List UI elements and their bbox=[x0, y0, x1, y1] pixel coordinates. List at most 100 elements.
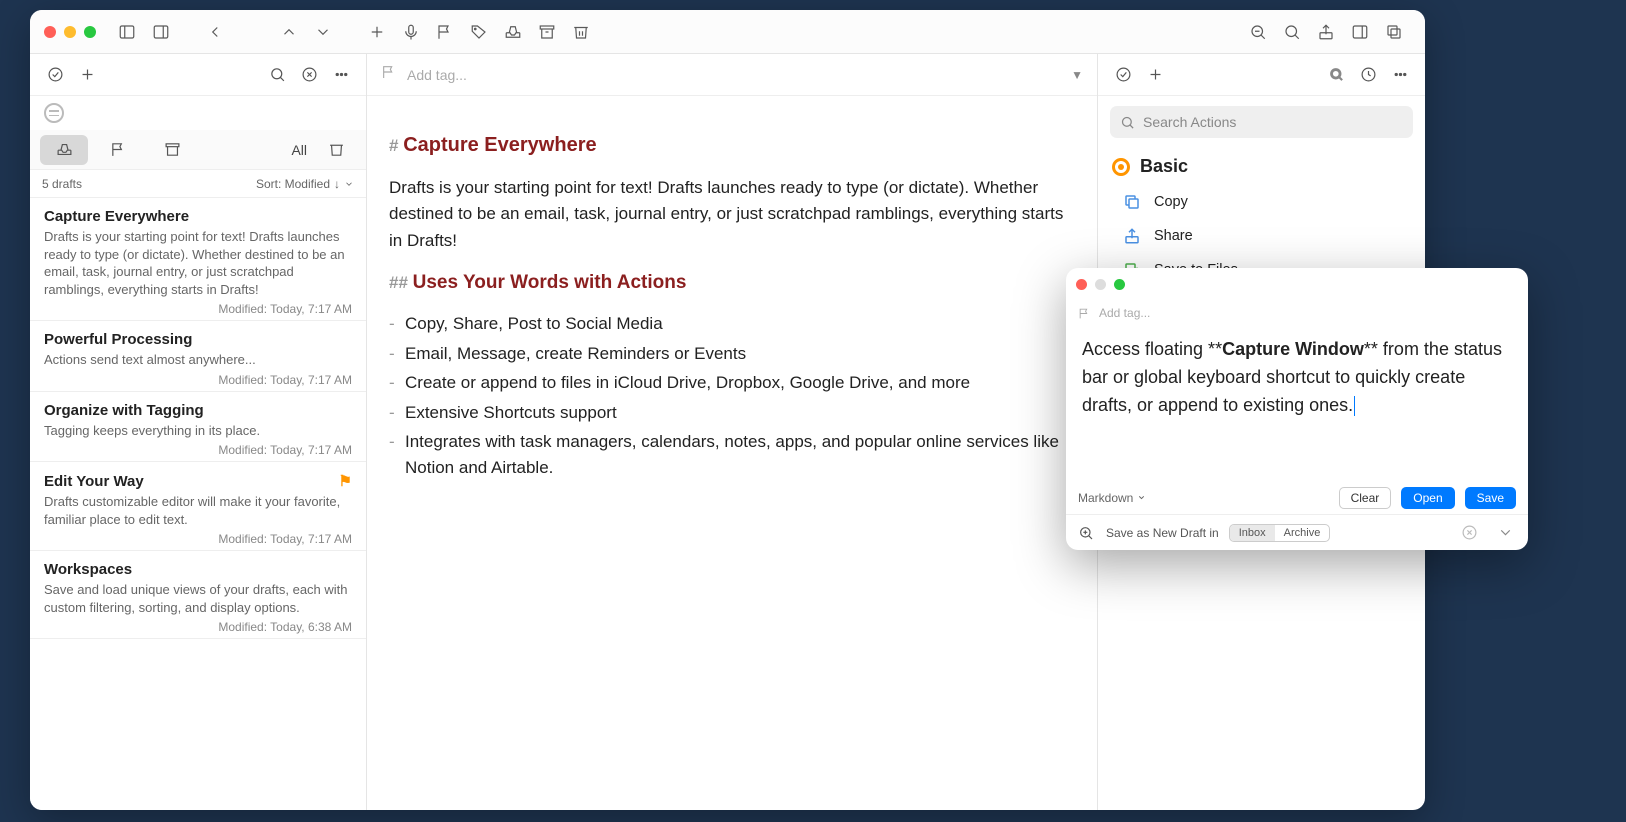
filter-row: All bbox=[30, 130, 366, 170]
action-item[interactable]: Share bbox=[1098, 219, 1425, 253]
search-button[interactable] bbox=[1278, 18, 1306, 46]
sidebar-top-bar bbox=[30, 54, 366, 96]
filter-flagged-button[interactable] bbox=[94, 135, 142, 165]
text-cursor bbox=[1354, 396, 1355, 416]
draft-modified: Modified: Today, 7:17 AM bbox=[44, 443, 352, 457]
group-name-label: Basic bbox=[1140, 156, 1188, 177]
draft-modified: Modified: Today, 7:17 AM bbox=[44, 373, 352, 387]
bullet-line: - Create or append to files in iCloud Dr… bbox=[389, 370, 1075, 396]
dictate-button[interactable] bbox=[397, 18, 425, 46]
action-item[interactable]: Copy bbox=[1098, 185, 1425, 219]
h1-text: Capture Everywhere bbox=[403, 134, 596, 156]
flag-button[interactable] bbox=[431, 18, 459, 46]
tag-dropdown-button[interactable]: ▼ bbox=[1071, 68, 1083, 82]
draft-item[interactable]: Organize with Tagging Tagging keeps ever… bbox=[30, 392, 366, 463]
sort-button[interactable]: Sort: Modified ↓ bbox=[256, 177, 354, 191]
destination-segment[interactable]: Inbox Archive bbox=[1229, 524, 1331, 542]
sidebar-more-button[interactable] bbox=[328, 62, 354, 88]
new-window-button[interactable] bbox=[1380, 18, 1408, 46]
draft-item[interactable]: Capture Everywhere Drafts is your starti… bbox=[30, 198, 366, 321]
workspaces-menu-button[interactable] bbox=[42, 62, 68, 88]
tag-flag-icon[interactable] bbox=[381, 64, 397, 85]
sidebar-search-button[interactable] bbox=[264, 62, 290, 88]
filter-archive-button[interactable] bbox=[148, 135, 196, 165]
draft-item[interactable]: Powerful Processing Actions send text al… bbox=[30, 321, 366, 392]
minimize-window-button[interactable] bbox=[64, 26, 76, 38]
capture-maximize-button[interactable] bbox=[1114, 279, 1125, 290]
action-label: Share bbox=[1154, 228, 1193, 244]
new-draft-sidebar-button[interactable] bbox=[74, 62, 100, 88]
capture-add-tag-input[interactable]: Add tag... bbox=[1099, 306, 1150, 320]
draft-item[interactable]: Workspaces Save and load unique views of… bbox=[30, 551, 366, 639]
open-button[interactable]: Open bbox=[1401, 487, 1454, 509]
add-tag-input[interactable]: Add tag... bbox=[407, 67, 1061, 83]
capture-close-button[interactable] bbox=[1076, 279, 1087, 290]
share-button[interactable] bbox=[1312, 18, 1340, 46]
draft-item[interactable]: Edit Your Way ⚑ Drafts customizable edito… bbox=[30, 462, 366, 551]
copy-icon bbox=[1122, 192, 1142, 212]
actions-search-input[interactable]: Search Actions bbox=[1110, 106, 1413, 138]
editor-column: Add tag... ▼ # Capture Everywhere Drafts… bbox=[367, 54, 1097, 810]
capture-footer: Save as New Draft in Inbox Archive bbox=[1066, 514, 1528, 550]
maximize-window-button[interactable] bbox=[84, 26, 96, 38]
actions-more-button[interactable] bbox=[1387, 62, 1413, 88]
save-button[interactable]: Save bbox=[1465, 487, 1516, 509]
zoom-out-button[interactable] bbox=[1244, 18, 1272, 46]
actions-history-button[interactable] bbox=[1355, 62, 1381, 88]
close-window-button[interactable] bbox=[44, 26, 56, 38]
flag-icon: ⚑ bbox=[339, 472, 352, 490]
actions-menu-button[interactable] bbox=[1110, 62, 1136, 88]
new-draft-button[interactable] bbox=[363, 18, 391, 46]
actions-top-bar bbox=[1098, 54, 1425, 96]
actions-search-toggle[interactable] bbox=[1323, 62, 1349, 88]
trash-button[interactable] bbox=[567, 18, 595, 46]
draft-preview: Drafts customizable editor will make it … bbox=[44, 493, 352, 528]
inbox-button[interactable] bbox=[499, 18, 527, 46]
bullet-line: - Copy, Share, Post to Social Media bbox=[389, 311, 1075, 337]
toolbar bbox=[30, 10, 1425, 54]
new-action-button[interactable] bbox=[1142, 62, 1168, 88]
capture-window: Add tag... Access floating **Capture Win… bbox=[1066, 268, 1528, 550]
draft-preview: Drafts is your starting point for text! … bbox=[44, 228, 352, 298]
filter-trash-button[interactable] bbox=[322, 135, 350, 165]
save-as-label: Save as New Draft in bbox=[1106, 526, 1219, 540]
sidebar-clear-button[interactable] bbox=[296, 62, 322, 88]
back-button[interactable] bbox=[201, 18, 229, 46]
seg-inbox[interactable]: Inbox bbox=[1230, 525, 1275, 541]
capture-flag-icon[interactable] bbox=[1078, 307, 1091, 320]
draft-preview: Actions send text almost anywhere... bbox=[44, 351, 352, 369]
actions-group-header[interactable]: Basic bbox=[1098, 148, 1425, 185]
h2-text: Uses Your Words with Actions bbox=[413, 272, 687, 293]
prev-draft-button[interactable] bbox=[275, 18, 303, 46]
tag-button[interactable] bbox=[465, 18, 493, 46]
bullet-line: - Integrates with task managers, calenda… bbox=[389, 429, 1075, 482]
clear-button[interactable]: Clear bbox=[1339, 487, 1392, 509]
capture-cancel-icon[interactable] bbox=[1456, 520, 1482, 546]
workspace-indicator-icon[interactable] bbox=[44, 103, 64, 123]
toggle-right-panel-button[interactable] bbox=[147, 18, 175, 46]
next-draft-button[interactable] bbox=[309, 18, 337, 46]
draft-title: Workspaces bbox=[44, 561, 132, 578]
capture-editor[interactable]: Access floating **Capture Window** from … bbox=[1066, 326, 1528, 482]
bullet-line: - Extensive Shortcuts support bbox=[389, 400, 1075, 426]
capture-zoom-button[interactable] bbox=[1076, 523, 1096, 543]
filter-all-button[interactable]: All bbox=[291, 142, 307, 158]
archive-button[interactable] bbox=[533, 18, 561, 46]
syntax-selector[interactable]: Markdown bbox=[1078, 491, 1146, 505]
traffic-lights bbox=[44, 26, 96, 38]
draft-list: Capture Everywhere Drafts is your starti… bbox=[30, 198, 366, 810]
toggle-actions-panel-button[interactable] bbox=[1346, 18, 1374, 46]
action-label: Copy bbox=[1154, 194, 1188, 210]
sort-row: 5 drafts Sort: Modified ↓ bbox=[30, 170, 366, 198]
capture-text-bold: Capture Window bbox=[1222, 339, 1364, 359]
filter-inbox-button[interactable] bbox=[40, 135, 88, 165]
paragraph-1: Drafts is your starting point for text! … bbox=[389, 175, 1075, 254]
capture-dropdown-button[interactable] bbox=[1492, 520, 1518, 546]
toggle-left-panel-button[interactable] bbox=[113, 18, 141, 46]
editor-body[interactable]: # Capture Everywhere Drafts is your star… bbox=[367, 96, 1097, 810]
capture-header bbox=[1066, 268, 1528, 300]
actions-search-placeholder: Search Actions bbox=[1143, 114, 1236, 130]
draft-title: Edit Your Way bbox=[44, 473, 144, 490]
bullet-line: - Email, Message, create Reminders or Ev… bbox=[389, 341, 1075, 367]
seg-archive[interactable]: Archive bbox=[1275, 525, 1330, 541]
